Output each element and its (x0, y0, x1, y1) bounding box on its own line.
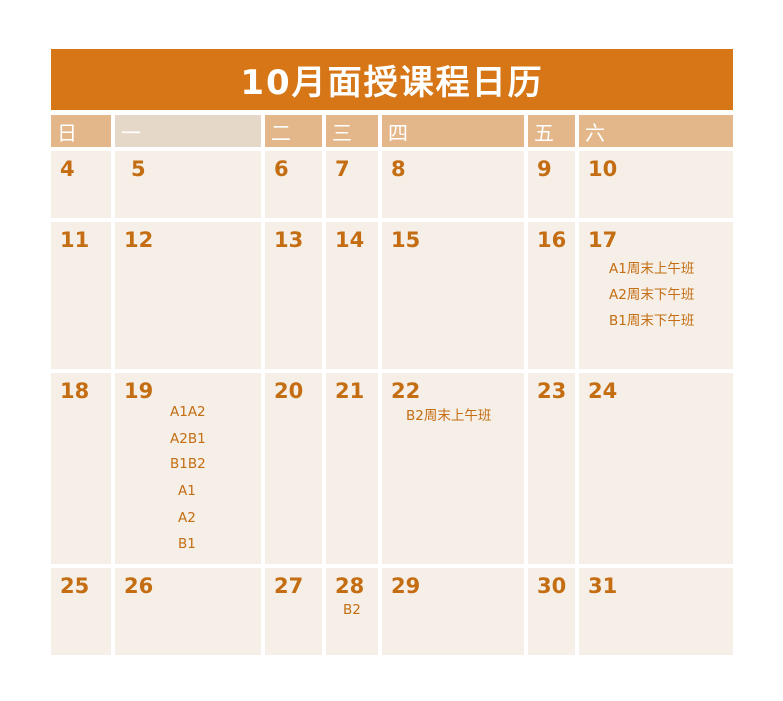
calendar-title: 10月面授课程日历 (51, 49, 733, 110)
day-cell[interactable]: 18 (51, 373, 111, 564)
day-number: 16 (537, 228, 567, 252)
day-cell[interactable]: 27 (265, 568, 322, 655)
event-item[interactable]: B1 (178, 536, 196, 552)
day-number: 30 (537, 574, 567, 598)
day-number: 11 (60, 228, 90, 252)
day-number: 5 (131, 157, 146, 181)
day-cell[interactable]: 29 (382, 568, 524, 655)
day-number: 14 (335, 228, 365, 252)
weekday-wed: 三 (326, 115, 378, 147)
weekday-tue: 二 (265, 115, 322, 147)
event-item[interactable]: A2 (178, 510, 196, 526)
day-cell[interactable]: 9 (528, 151, 575, 218)
day-number: 19 (124, 379, 154, 403)
day-number: 17 (588, 228, 618, 252)
day-number: 28 (335, 574, 365, 598)
day-cell[interactable]: 6 (265, 151, 322, 218)
day-cell[interactable]: 30 (528, 568, 575, 655)
day-number: 23 (537, 379, 567, 403)
day-number: 7 (335, 157, 350, 181)
day-number: 13 (274, 228, 304, 252)
event-item[interactable]: A2B1 (170, 431, 206, 447)
weekday-mon: 一 (115, 115, 261, 147)
day-cell[interactable]: 21 (326, 373, 378, 564)
day-number: 8 (391, 157, 406, 181)
day-cell[interactable]: 4 (51, 151, 111, 218)
day-cell[interactable]: 8 (382, 151, 524, 218)
day-cell[interactable]: 14 (326, 222, 378, 369)
day-number: 9 (537, 157, 552, 181)
day-cell[interactable]: 19 A1A2 A2B1 B1B2 A1 A2 B1 (115, 373, 261, 564)
day-cell[interactable]: 24 (579, 373, 733, 564)
weekday-sat: 六 (579, 115, 733, 147)
day-cell[interactable]: 31 (579, 568, 733, 655)
day-number: 10 (588, 157, 618, 181)
day-number: 26 (124, 574, 154, 598)
day-cell[interactable]: 20 (265, 373, 322, 564)
event-item[interactable]: B1B2 (170, 456, 206, 472)
event-item[interactable]: B2周末上午班 (406, 404, 491, 424)
day-cell[interactable]: 17 A1周末上午班 A2周末下午班 B1周末下午班 (579, 222, 733, 369)
day-cell[interactable]: 7 (326, 151, 378, 218)
day-number: 4 (60, 157, 75, 181)
day-number: 29 (391, 574, 421, 598)
day-number: 15 (391, 228, 421, 252)
event-item[interactable]: A1周末上午班 (609, 257, 694, 277)
day-number: 31 (588, 574, 618, 598)
event-item[interactable]: A1A2 (170, 404, 206, 420)
day-number: 12 (124, 228, 154, 252)
day-cell[interactable]: 25 (51, 568, 111, 655)
day-cell[interactable]: 5 (115, 151, 261, 218)
weekday-thu: 四 (382, 115, 524, 147)
day-number: 27 (274, 574, 304, 598)
day-cell[interactable]: 28 B2 (326, 568, 378, 655)
day-cell[interactable]: 26 (115, 568, 261, 655)
event-item[interactable]: B2 (343, 602, 361, 618)
day-number: 6 (274, 157, 289, 181)
day-cell[interactable]: 22 B2周末上午班 (382, 373, 524, 564)
day-cell[interactable]: 13 (265, 222, 322, 369)
weekday-sun: 日 (51, 115, 111, 147)
day-number: 25 (60, 574, 90, 598)
day-number: 24 (588, 379, 618, 403)
day-cell[interactable]: 11 (51, 222, 111, 369)
day-number: 20 (274, 379, 304, 403)
event-item[interactable]: A2周末下午班 (609, 283, 694, 303)
day-number: 18 (60, 379, 90, 403)
day-number: 21 (335, 379, 365, 403)
day-cell[interactable]: 23 (528, 373, 575, 564)
day-cell[interactable]: 16 (528, 222, 575, 369)
day-number: 22 (391, 379, 421, 403)
event-item[interactable]: B1周末下午班 (609, 309, 694, 329)
day-cell[interactable]: 10 (579, 151, 733, 218)
day-cell[interactable]: 15 (382, 222, 524, 369)
day-cell[interactable]: 12 (115, 222, 261, 369)
event-item[interactable]: A1 (178, 483, 196, 499)
weekday-fri: 五 (528, 115, 575, 147)
